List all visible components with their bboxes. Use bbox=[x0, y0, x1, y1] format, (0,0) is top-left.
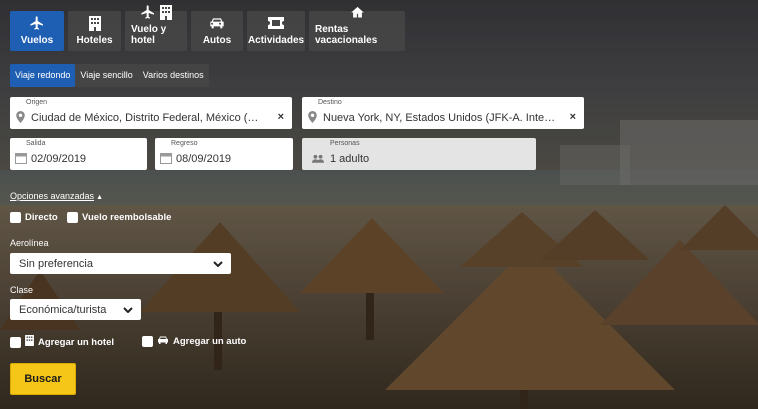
car-icon bbox=[209, 15, 225, 31]
location-pin-icon bbox=[308, 110, 317, 128]
refundable-label: Vuelo reembolsable bbox=[82, 212, 172, 223]
tab-rentas-vacacionales[interactable]: Rentas vacacionales bbox=[309, 6, 405, 51]
add-car-label: Agregar un auto bbox=[173, 336, 247, 347]
tab-autos[interactable]: Autos bbox=[191, 11, 243, 51]
tab-label: Hoteles bbox=[76, 35, 113, 46]
origin-label: Origen bbox=[26, 99, 48, 106]
airline-value: Sin preferencia bbox=[19, 257, 93, 270]
class-select[interactable]: Económica/turista bbox=[10, 299, 141, 320]
checkbox-box[interactable] bbox=[67, 212, 78, 223]
tab-actividades[interactable]: Actividades bbox=[247, 11, 305, 51]
add-car-checkbox[interactable]: Agregar un auto bbox=[142, 335, 246, 348]
tab-vuelo-y-hotel[interactable]: Vuelo y hotel bbox=[125, 4, 187, 51]
class-value: Económica/turista bbox=[19, 303, 107, 316]
tab-label: Rentas vacacionales bbox=[315, 24, 378, 46]
tab-label: Vuelos bbox=[20, 35, 54, 46]
passengers-label: Personas bbox=[330, 140, 360, 147]
car-icon bbox=[157, 335, 169, 348]
advanced-options-label: Opciones avanzadas bbox=[10, 191, 95, 201]
add-hotel-label: Agregar un hotel bbox=[38, 336, 115, 348]
advanced-options-link[interactable]: Opciones avanzadas ▲ bbox=[10, 191, 103, 201]
passengers-value: 1 adulto bbox=[330, 153, 370, 165]
class-label: Clase bbox=[10, 285, 34, 295]
destination-label: Destino bbox=[318, 99, 342, 106]
direct-label: Directo bbox=[25, 212, 58, 223]
trip-type-oneway[interactable]: Viaje sencillo bbox=[75, 64, 137, 87]
trip-type-selector: Viaje redondo Viaje sencillo Varios dest… bbox=[10, 64, 209, 87]
tab-label: Autos bbox=[202, 35, 232, 46]
trip-type-round[interactable]: Viaje redondo bbox=[10, 64, 76, 87]
tab-vuelos[interactable]: Vuelos bbox=[10, 11, 64, 51]
plane-icon bbox=[29, 15, 45, 31]
return-label: Regreso bbox=[171, 140, 198, 147]
departure-date-field[interactable]: Salida 02/09/2019 bbox=[10, 138, 147, 170]
house-icon bbox=[350, 5, 365, 20]
calendar-icon bbox=[160, 151, 172, 169]
people-icon bbox=[312, 150, 324, 168]
checkbox-box[interactable] bbox=[10, 212, 21, 223]
building-icon bbox=[25, 335, 34, 349]
tab-hoteles[interactable]: Hoteles bbox=[68, 11, 121, 51]
origin-field[interactable]: Origen Ciudad de México, Distrito Federa… bbox=[10, 97, 292, 129]
tab-label: Actividades bbox=[247, 35, 305, 46]
airline-label: Aerolínea bbox=[10, 238, 49, 248]
ticket-icon bbox=[268, 15, 284, 31]
destination-value: Nueva York, NY, Estados Unidos (JFK-A. I… bbox=[323, 112, 556, 124]
return-value: 08/09/2019 bbox=[176, 153, 232, 165]
plane-building-icon bbox=[140, 4, 172, 20]
building-icon bbox=[88, 15, 101, 31]
chevron-down-icon bbox=[123, 304, 133, 316]
origin-value: Ciudad de México, Distrito Federal, Méxi… bbox=[31, 112, 259, 124]
chevron-down-icon bbox=[213, 258, 223, 270]
direct-checkbox[interactable]: Directo bbox=[10, 212, 58, 223]
return-date-field[interactable]: Regreso 08/09/2019 bbox=[155, 138, 293, 170]
checkbox-box[interactable] bbox=[142, 336, 153, 347]
departure-value: 02/09/2019 bbox=[31, 153, 87, 165]
tab-label: Vuelo y hotel bbox=[131, 24, 167, 46]
chevron-up-icon: ▲ bbox=[96, 194, 103, 201]
calendar-icon bbox=[15, 151, 27, 169]
add-hotel-checkbox[interactable]: Agregar un hotel bbox=[10, 335, 114, 349]
airline-select[interactable]: Sin preferencia bbox=[10, 253, 231, 274]
departure-label: Salida bbox=[26, 140, 46, 147]
trip-type-multi[interactable]: Varios destinos bbox=[138, 64, 209, 87]
location-pin-icon bbox=[16, 110, 25, 128]
search-button[interactable]: Buscar bbox=[10, 363, 76, 395]
passengers-field[interactable]: Personas 1 adulto bbox=[302, 138, 536, 170]
refundable-checkbox[interactable]: Vuelo reembolsable bbox=[67, 212, 171, 223]
product-tabs: Vuelos Hoteles Vuelo y hotel Autos Activ… bbox=[10, 4, 405, 51]
destination-field[interactable]: Destino Nueva York, NY, Estados Unidos (… bbox=[302, 97, 584, 129]
clear-origin-icon[interactable]: × bbox=[278, 111, 284, 123]
clear-destination-icon[interactable]: × bbox=[570, 111, 576, 123]
checkbox-box[interactable] bbox=[10, 336, 21, 348]
